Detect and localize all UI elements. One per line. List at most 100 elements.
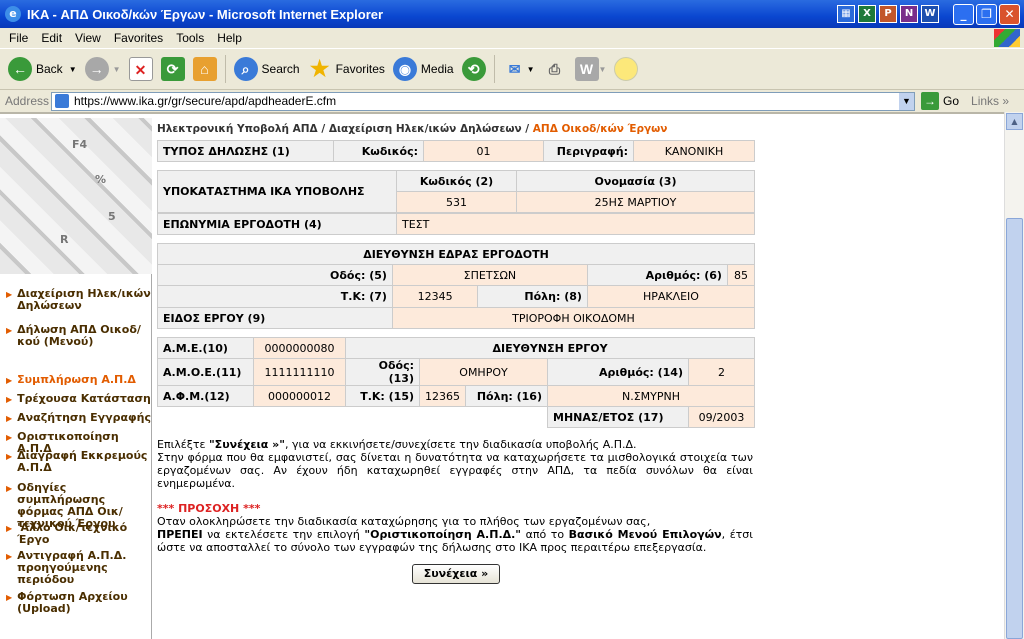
sidebar-item-finalize[interactable]: ▶ Οριστικοποίηση Α.Π.Δ xyxy=(6,431,151,455)
star-icon: ★ xyxy=(309,56,330,81)
arrow-bullet-icon: ▶ xyxy=(6,524,13,533)
messenger-button[interactable] xyxy=(614,57,639,81)
arrow-bullet-icon: ▶ xyxy=(6,484,13,493)
chevron-down-icon[interactable]: ▼ xyxy=(899,92,914,110)
menu-favorites[interactable]: Favorites xyxy=(114,31,163,45)
arrow-bullet-icon: ▶ xyxy=(6,552,13,561)
toolbar: ← Back ▼ → ▼ ✕ ⟳ ⌂ ⌕ Search ★ Favorites … xyxy=(0,48,1024,90)
maximize-button[interactable]: ❐ xyxy=(976,3,997,25)
menu-tools[interactable]: Tools xyxy=(176,31,204,45)
work-type: ΤΡΙΟΡΟΦΗ ΟΙΚΟΔΟΜΗ xyxy=(391,307,756,329)
employer-number: 85 xyxy=(726,264,756,286)
word-icon[interactable]: W xyxy=(921,5,939,23)
ame-value: 0000000080 xyxy=(253,337,346,359)
menu-edit[interactable]: Edit xyxy=(41,31,62,45)
title-bar: e IKA - ΑΠΔ Οικοδ/κών Έργων - Microsoft … xyxy=(0,0,1024,28)
employer-name: ΤΕΣΤ xyxy=(396,213,755,235)
menu-view[interactable]: View xyxy=(75,31,101,45)
toolbar-separator xyxy=(493,55,495,83)
close-button[interactable]: ✕ xyxy=(999,3,1020,25)
windows-logo-icon xyxy=(994,29,1020,47)
edit-button[interactable]: W ▼ xyxy=(574,57,607,81)
menu-help[interactable]: Help xyxy=(217,31,242,45)
branch-code: 531 xyxy=(396,191,517,213)
arrow-bullet-icon: ▶ xyxy=(6,395,13,404)
project-zip: 12365 xyxy=(419,385,466,407)
chevron-down-icon[interactable]: ▼ xyxy=(527,65,535,74)
links-button[interactable]: Links » xyxy=(971,94,1009,108)
app-icon[interactable]: ▦ xyxy=(837,5,855,23)
declaration-code: 01 xyxy=(423,140,544,162)
home-button[interactable]: ⌂ xyxy=(192,57,217,81)
address-bar: Address https://www.ika.gr/gr/secure/apd… xyxy=(0,90,1024,112)
ie-logo-icon: e xyxy=(5,6,21,22)
arrow-bullet-icon: ▶ xyxy=(6,290,13,299)
go-button[interactable]: → Go xyxy=(921,92,959,110)
sidebar-item-search-entry[interactable]: ▶ Αναζήτηση Εγγραφής xyxy=(6,412,151,431)
stop-button[interactable]: ✕ xyxy=(128,57,153,81)
minimize-button[interactable]: _ xyxy=(953,3,974,25)
chevron-down-icon[interactable]: ▼ xyxy=(113,65,121,74)
vertical-scrollbar[interactable]: ▲ xyxy=(1004,112,1024,639)
scroll-thumb[interactable] xyxy=(1006,218,1023,639)
sidebar-item-upload[interactable]: ▶ Φόρτωση Αρχείου (Upload) xyxy=(6,591,151,619)
arrow-bullet-icon: ▶ xyxy=(6,433,13,442)
page-content: F4 % 5 R ▶ Διαχείριση Ηλεκ/ικών Δηλώσεων … xyxy=(0,112,1004,639)
breadcrumb: Ηλεκτρονική Υποβολή ΑΠΔ / Διαχείριση Ηλε… xyxy=(157,123,668,135)
refresh-icon: ⟳ xyxy=(160,57,185,81)
sidebar-item-other-project[interactable]: ▶ 'Αλλο Οικ/τεχνικό Έργο xyxy=(6,522,151,550)
chevron-down-icon[interactable]: ▼ xyxy=(599,65,607,74)
search-button[interactable]: ⌕ Search xyxy=(233,57,300,81)
edit-icon: W xyxy=(574,57,599,81)
onenote-icon[interactable]: N xyxy=(900,5,918,23)
history-button[interactable]: ⟲ xyxy=(461,57,486,81)
media-button[interactable]: ◉ Media xyxy=(392,57,454,81)
excel-icon[interactable]: X xyxy=(858,5,876,23)
print-button[interactable]: ⎙ xyxy=(543,57,567,81)
sidebar-item-current-status[interactable]: ▶ Τρέχουσα Κατάσταση xyxy=(6,393,151,412)
sidebar-item-fill-apd[interactable]: ▶ Συμπλήρωση Α.Π.Δ xyxy=(6,374,151,393)
taskbar-app-icons: ▦ X P N W xyxy=(837,5,939,23)
address-input[interactable]: https://www.ika.gr/gr/secure/apd/apdhead… xyxy=(51,91,915,111)
sidebar-item-declarations[interactable]: ▶ Διαχείριση Ηλεκ/ικών Δηλώσεων xyxy=(6,288,151,324)
powerpoint-icon[interactable]: P xyxy=(879,5,897,23)
menu-file[interactable]: File xyxy=(9,31,28,45)
continue-button[interactable]: Συνέχεια » xyxy=(412,564,500,584)
employer-address-table: ΔΙΕΥΘΥΝΣΗ ΕΔΡΑΣ ΕΡΓΟΔΟΤΗ Οδός: (5) ΣΠΕΤΣ… xyxy=(157,243,756,329)
sidebar: F4 % 5 R ▶ Διαχείριση Ηλεκ/ικών Δηλώσεων … xyxy=(0,118,152,639)
main-form: Ηλεκτρονική Υποβολή ΑΠΔ / Διαχείριση Ηλε… xyxy=(157,118,756,584)
home-icon: ⌂ xyxy=(192,57,217,81)
chevron-down-icon[interactable]: ▼ xyxy=(69,65,77,74)
address-label: Address xyxy=(5,94,50,108)
employer-zip: 12345 xyxy=(392,286,478,307)
afm-value: 000000012 xyxy=(253,385,346,407)
employer-table: ΕΠΩΝΥΜΙΑ ΕΡΓΟΔΟΤΗ (4) ΤΕΣΤ xyxy=(157,213,755,235)
mail-icon: ✉ xyxy=(508,61,521,77)
arrow-bullet-icon: ▶ xyxy=(6,326,13,335)
arrow-bullet-icon: ▶ xyxy=(6,376,13,385)
back-arrow-icon: ← xyxy=(8,57,32,81)
address-url[interactable]: https://www.ika.gr/gr/secure/apd/apdhead… xyxy=(74,94,899,108)
arrow-bullet-icon: ▶ xyxy=(6,593,13,602)
breadcrumb-current: ΑΠΔ Οικοδ/κών Έργων xyxy=(532,123,668,135)
note-icon xyxy=(614,57,639,81)
media-globe-icon: ◉ xyxy=(392,57,417,81)
instructions: Επιλέξτε "Συνέχεια »", για να εκκινήσετε… xyxy=(157,438,753,554)
sidebar-item-menu[interactable]: ▶ Δήλωση ΑΠΔ Οικοδ/κού (Μενού) xyxy=(6,324,151,374)
search-icon: ⌕ xyxy=(233,57,258,81)
favorites-button[interactable]: ★ Favorites xyxy=(308,57,385,81)
back-button[interactable]: ← Back ▼ xyxy=(8,57,77,81)
project-street: ΟΜΗΡΟΥ xyxy=(419,358,548,386)
warning-title: *** ΠΡΟΣΟΧΗ *** xyxy=(157,502,261,515)
declaration-type-table: ΤΥΠΟΣ ΔΗΛΩΣΗΣ (1) Κωδικός: 01 Περιγραφή:… xyxy=(157,140,755,162)
refresh-button[interactable]: ⟳ xyxy=(160,57,185,81)
sidebar-item-copy-previous[interactable]: ▶ Αντιγραφή Α.Π.Δ. προηγούμενης περιόδου xyxy=(6,550,151,591)
sidebar-item-instructions[interactable]: ▶ Οδηγίες συμπλήρωσης φόρμας ΑΠΔ Οικ/τεχν… xyxy=(6,482,151,530)
mail-button[interactable]: ✉ ▼ xyxy=(503,57,535,81)
sidebar-item-delete-pending[interactable]: ▶ Διαγραφή Εκκρεμούς Α.Π.Δ xyxy=(6,450,151,482)
scroll-up-icon[interactable]: ▲ xyxy=(1006,113,1023,130)
forward-button[interactable]: → ▼ xyxy=(84,57,121,81)
window-title: IKA - ΑΠΔ Οικοδ/κών Έργων - Microsoft In… xyxy=(27,6,384,22)
period-value: 09/2003 xyxy=(688,406,755,428)
menu-bar: File Edit View Favorites Tools Help xyxy=(0,28,1024,48)
